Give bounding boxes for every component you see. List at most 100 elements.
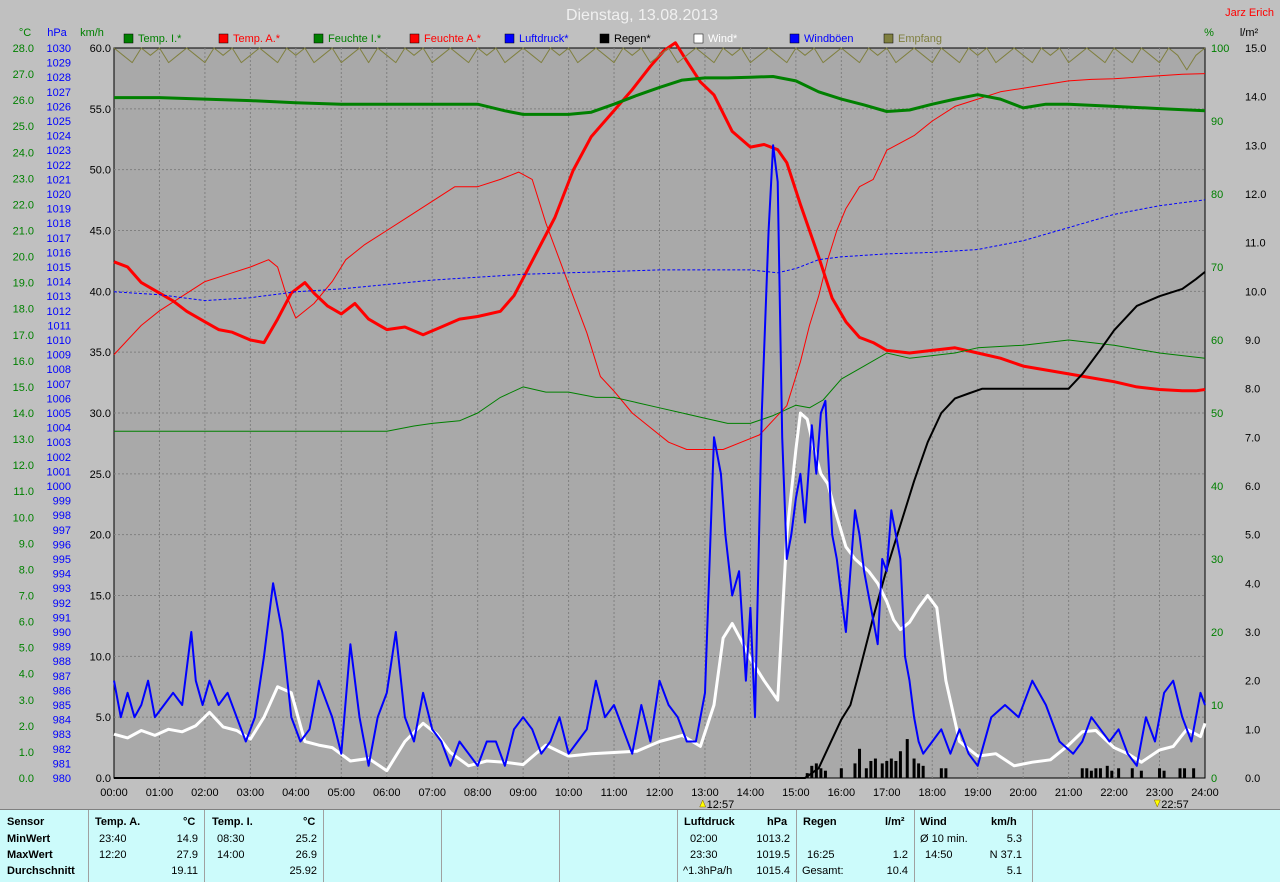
temp-tick-label: 24.0 [13, 147, 34, 159]
legend-label: Regen* [614, 33, 651, 45]
time-tick-label: 11:00 [601, 787, 628, 799]
rain-bar [1085, 768, 1089, 778]
legend-label: Feuchte A.* [424, 33, 482, 45]
rain-unit-label: l/m² [1240, 27, 1259, 39]
pressure-tick-label: 1008 [47, 364, 71, 376]
pressure-tick-label: 1030 [47, 43, 71, 55]
stats-pressure-min-time: 02:00 [690, 833, 718, 845]
statistics-table: Sensor MinWert MaxWert Durchschnitt Temp… [0, 809, 1280, 882]
time-tick-label: 19:00 [964, 787, 992, 799]
stats-wind-avg-value: 5.3 [1006, 833, 1022, 845]
pressure-tick-label: 995 [53, 554, 71, 566]
weather-chart: Dienstag, 13.08.2013 Jarz Erich Temp. I.… [13, 7, 1274, 809]
stats-temp-in-avg-value: 25.92 [289, 865, 317, 877]
rain-bar [885, 760, 889, 778]
pressure-tick-label: 1023 [47, 145, 71, 157]
humidity-unit-label: % [1204, 27, 1214, 39]
time-tick-label: 14:00 [737, 787, 765, 799]
pressure-tick-label: 1000 [47, 481, 71, 493]
rain-tick-label: 1.0 [1245, 724, 1260, 736]
rain-tick-label: 12.0 [1245, 189, 1266, 201]
pressure-tick-label: 1024 [47, 131, 71, 143]
time-tick-label: 01:00 [146, 787, 174, 799]
temp-tick-label: 9.0 [19, 538, 34, 550]
temp-tick-label: 20.0 [13, 252, 34, 264]
pressure-tick-label: 999 [53, 496, 71, 508]
stats-wind-day-avg-value: 5.1 [1006, 865, 1022, 877]
sun-down-icon [1153, 799, 1161, 808]
pressure-unit-label: hPa [47, 27, 67, 39]
temp-tick-label: 6.0 [19, 617, 34, 629]
rain-bar [905, 739, 909, 778]
time-tick-label: 04:00 [282, 787, 310, 799]
pressure-tick-label: 992 [53, 598, 71, 610]
pressure-tick-label: 1019 [47, 204, 71, 216]
stats-empty-2 [442, 810, 560, 882]
time-tick-label: 08:00 [464, 787, 492, 799]
rain-bar [1130, 768, 1134, 778]
pressure-tick-label: 1021 [47, 174, 71, 186]
rain-bar [1162, 770, 1166, 778]
temp-unit-label: °C [19, 27, 31, 39]
legend-swatch [409, 33, 420, 44]
temp-tick-label: 17.0 [13, 330, 34, 342]
stats-temp-in-min-time: 08:30 [217, 833, 245, 845]
pressure-tick-label: 1013 [47, 291, 71, 303]
legend-label: Temp. A.* [233, 33, 281, 45]
humidity-tick-label: 0 [1211, 773, 1217, 785]
time-tick-label: 20:00 [1009, 787, 1037, 799]
wind-tick-label: 0.0 [96, 773, 111, 785]
rain-bar [853, 763, 857, 778]
time-tick-label: 16:00 [828, 787, 856, 799]
rain-bar [1089, 770, 1093, 778]
stats-pressure-trend: ^1.3hPa/h [683, 865, 733, 877]
temp-tick-label: 25.0 [13, 121, 34, 133]
sun-markers: 12:57 22:57 [699, 799, 1189, 809]
wind-tick-label: 25.0 [90, 469, 111, 481]
wind-tick-label: 5.0 [96, 712, 111, 724]
temp-tick-label: 10.0 [13, 512, 34, 524]
wind-tick-label: 35.0 [90, 347, 111, 359]
rain-bar [819, 768, 823, 778]
time-tick-label: 10:00 [555, 787, 583, 799]
legend-swatch [883, 33, 894, 44]
stats-wind-avg-label: Ø 10 min. [920, 833, 968, 845]
rain-bar [858, 748, 862, 778]
legend-label: Temp. I.* [138, 33, 182, 45]
rain-tick-label: 5.0 [1245, 530, 1260, 542]
rain-bar [869, 760, 873, 778]
temp-tick-label: 23.0 [13, 173, 34, 185]
temp-tick-label: 27.0 [13, 69, 34, 81]
humidity-tick-label: 90 [1211, 116, 1223, 128]
wind-tick-label: 20.0 [90, 530, 111, 542]
pressure-tick-label: 993 [53, 583, 71, 595]
stats-temp-in-max-time: 14:00 [217, 849, 245, 861]
time-tick-label: 12:00 [646, 787, 674, 799]
stats-sensor-column: Sensor MinWert MaxWert Durchschnitt [0, 810, 89, 882]
stats-wind: Wind km/h Ø 10 min. 5.3 14:50 N 37.1 5.1 [915, 810, 1033, 882]
rain-bar [864, 768, 868, 778]
pressure-tick-label: 1017 [47, 233, 71, 245]
pressure-tick-label: 1026 [47, 101, 71, 113]
pressure-tick-label: 983 [53, 729, 71, 741]
rain-tick-label: 2.0 [1245, 676, 1260, 688]
time-tick-label: 00:00 [100, 787, 128, 799]
pressure-tick-label: 1011 [47, 320, 71, 332]
humidity-tick-label: 60 [1211, 335, 1223, 347]
rain-bar [894, 760, 898, 778]
stats-pressure-min-value: 1013.2 [756, 833, 790, 845]
stats-temp-out-max-time: 12:20 [99, 849, 127, 861]
stats-temp-out-max-value: 27.9 [176, 849, 198, 861]
stats-pressure-max-value: 1019.5 [756, 849, 790, 861]
rain-bar [1094, 768, 1098, 778]
pressure-tick-label: 1020 [47, 189, 71, 201]
temp-tick-label: 21.0 [13, 226, 34, 238]
legend-label: Wind* [708, 33, 738, 45]
rain-tick-label: 4.0 [1245, 578, 1260, 590]
stats-temp-out: Temp. A. °C 23:40 14.9 12:20 27.9 19.11 [89, 810, 205, 882]
time-tick-label: 05:00 [328, 787, 356, 799]
pressure-tick-label: 989 [53, 642, 71, 654]
rain-tick-label: 0.0 [1245, 773, 1260, 785]
rain-bar [1183, 768, 1187, 778]
pressure-tick-label: 1006 [47, 393, 71, 405]
